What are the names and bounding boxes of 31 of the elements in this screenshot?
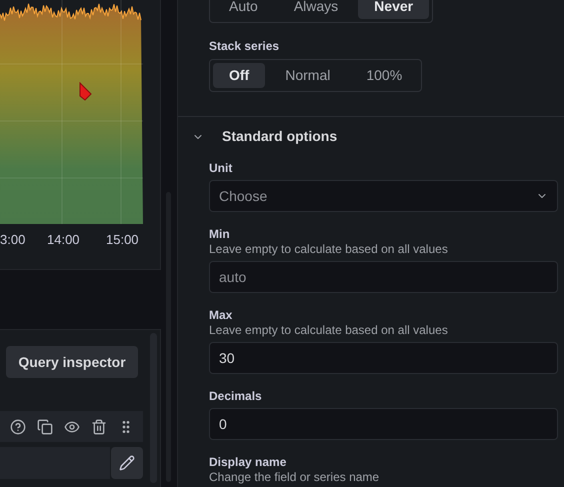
- field-label: Max: [209, 307, 234, 323]
- section-title[interactable]: Standard options: [222, 126, 338, 147]
- query-inspector-button[interactable]: Query inspector: [6, 346, 138, 378]
- segment-option[interactable]: 100%: [350, 63, 418, 88]
- trash-icon[interactable]: [91, 418, 107, 435]
- field-label: Decimals: [209, 388, 263, 404]
- input-field[interactable]: 30: [209, 342, 558, 374]
- axis-label: 3:00: [0, 231, 26, 250]
- field-label: Stack series: [209, 38, 280, 55]
- pencil-icon: [119, 455, 135, 472]
- input-field[interactable]: 0: [209, 408, 558, 440]
- segment-option[interactable]: Auto: [213, 0, 274, 19]
- segment-option[interactable]: Never: [358, 0, 430, 19]
- field-label: Unit: [209, 160, 234, 176]
- help-icon[interactable]: [10, 418, 26, 435]
- eye-icon[interactable]: [64, 418, 80, 435]
- segment-option[interactable]: Off: [213, 63, 266, 88]
- edit-button[interactable]: [111, 447, 143, 480]
- segment-option[interactable]: Normal: [269, 63, 346, 88]
- field-label: Min: [209, 226, 231, 242]
- input-field[interactable]: auto: [209, 261, 558, 293]
- field-description: Leave empty to calculate based on all values: [209, 323, 449, 338]
- axis-label: 15:00: [106, 231, 139, 250]
- copy-icon[interactable]: [37, 418, 53, 435]
- segment-option[interactable]: Always: [278, 0, 354, 19]
- axis-label: 14:00: [47, 231, 81, 250]
- field-description: Leave empty to calculate based on all values: [209, 242, 449, 257]
- field-description: Change the field or series name: [209, 470, 380, 485]
- field-label: Display name: [209, 454, 288, 470]
- unit-select[interactable]: Choose: [209, 180, 558, 212]
- cursor-icon: [79, 82, 93, 102]
